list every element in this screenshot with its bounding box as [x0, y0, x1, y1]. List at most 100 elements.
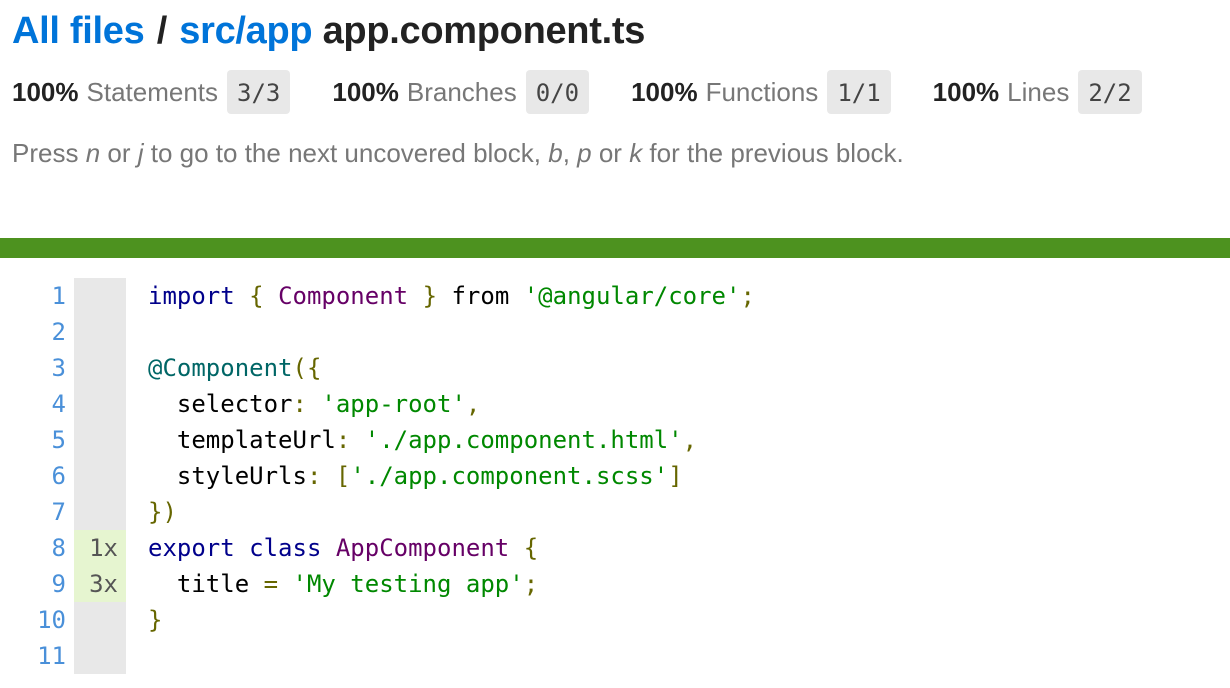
line-number[interactable]: 11	[18, 638, 66, 674]
code-token: import	[148, 282, 235, 310]
hint-key: n	[85, 138, 101, 168]
code-token: :	[292, 390, 322, 418]
code-line-4: selector: 'app-root',	[148, 386, 755, 422]
stat-percent: 100%	[332, 76, 399, 107]
code-token: Component	[278, 282, 409, 310]
stat-label: Functions	[705, 76, 819, 107]
hit-count	[74, 458, 126, 494]
code-line-5: templateUrl: './app.component.html',	[148, 422, 755, 458]
code-token: @Component	[148, 354, 293, 382]
hint-text: Press	[12, 138, 86, 168]
breadcrumb-separator: /	[156, 10, 168, 52]
code-token: ]	[668, 462, 683, 490]
stat-fraction: 0/0	[525, 70, 590, 114]
stat-percent: 100%	[631, 76, 698, 107]
code-token: selector	[148, 390, 293, 418]
coverage-status-bar	[0, 238, 1230, 258]
stat-fraction: 1/1	[827, 70, 891, 114]
line-number[interactable]: 9	[18, 566, 66, 602]
code-token: :	[335, 426, 365, 454]
code-token: title	[148, 570, 264, 598]
hint-text: or	[591, 138, 630, 168]
code-token: })	[148, 498, 177, 526]
line-number[interactable]: 2	[18, 314, 66, 350]
hint-key: b	[548, 138, 563, 168]
code-line-9: title = 'My testing app';	[148, 566, 755, 602]
hint-text: for the previous block.	[642, 138, 904, 168]
line-number[interactable]: 6	[18, 458, 66, 494]
hint-text: or	[100, 138, 138, 168]
breadcrumb-current-file: app.component.ts	[322, 10, 646, 52]
hit-count-column: 1x 3x	[74, 278, 126, 674]
stat-label: Statements	[86, 76, 219, 107]
breadcrumb: All files / src/app app.component.ts	[12, 8, 1230, 54]
code-token: './app.component.scss'	[350, 462, 669, 490]
code-token: class	[249, 534, 322, 562]
hit-count	[74, 602, 126, 638]
code-line-1: import { Component } from '@angular/core…	[148, 278, 755, 314]
line-number[interactable]: 3	[18, 350, 66, 386]
code-token: {	[249, 282, 264, 310]
stat-percent: 100%	[12, 76, 79, 107]
code-token: styleUrls	[148, 462, 307, 490]
code-line-7: })	[148, 494, 755, 530]
code-token: from	[437, 282, 524, 310]
hit-count: 3x	[74, 566, 126, 602]
code-token: './app.component.html'	[364, 426, 683, 454]
hit-count	[74, 638, 126, 674]
hit-count	[74, 386, 126, 422]
line-number[interactable]: 4	[18, 386, 66, 422]
stat-label: Branches	[406, 76, 517, 107]
line-number-column: 1 2 3 4 5 6 7 8 9 10 11	[18, 278, 66, 674]
stat-fraction: 3/3	[227, 70, 291, 114]
code-token: {	[523, 534, 539, 562]
line-number[interactable]: 8	[18, 530, 66, 566]
line-number[interactable]: 10	[18, 602, 66, 638]
stat-label: Lines	[1007, 76, 1070, 107]
code-token: }	[422, 282, 438, 310]
stat-percent: 100%	[932, 76, 1000, 107]
stat-lines: 100% Lines 2/2	[933, 70, 1142, 114]
code-line-10: }	[148, 602, 755, 638]
stat-statements: 100% Statements 3/3	[12, 70, 291, 114]
hit-count	[74, 278, 126, 314]
hit-count	[74, 422, 126, 458]
code-token: 'My testing app'	[292, 570, 524, 598]
code-line-3: @Component({	[148, 350, 755, 386]
stat-branches: 100% Branches 0/0	[332, 70, 590, 114]
code-token: ;	[523, 570, 539, 598]
code-token: ;	[740, 282, 755, 310]
code-token: templateUrl	[148, 426, 336, 454]
code-token: : [	[306, 462, 351, 490]
hint-key: p	[577, 138, 592, 168]
stat-functions: 100% Functions 1/1	[631, 70, 891, 114]
line-number[interactable]: 5	[18, 422, 66, 458]
keyboard-hint: Press n or j to go to the next uncovered…	[12, 138, 1230, 169]
line-number[interactable]: 1	[18, 278, 66, 314]
report-header: All files / src/app app.component.ts 100…	[0, 0, 1230, 169]
code-token: }	[148, 606, 163, 634]
code-token: export	[148, 534, 235, 562]
coverage-summary: 100% Statements 3/3 100% Branches 0/0 10…	[12, 70, 1230, 114]
hit-count	[74, 494, 126, 530]
breadcrumb-all-files-link[interactable]: All files	[12, 10, 145, 52]
hint-text: to go to the next uncovered block,	[143, 138, 549, 168]
code-token: AppComponent	[335, 534, 510, 562]
code-column: import { Component } from '@angular/core…	[148, 278, 755, 674]
hit-count	[74, 314, 126, 350]
source-listing: 1 2 3 4 5 6 7 8 9 10 11 1x 3x import { C…	[0, 278, 1230, 674]
hint-key: k	[629, 138, 643, 168]
breadcrumb-folder-link[interactable]: src/app	[179, 10, 312, 52]
stat-fraction: 2/2	[1078, 70, 1142, 114]
hit-count	[74, 350, 126, 386]
code-line-6: styleUrls: ['./app.component.scss']	[148, 458, 755, 494]
line-number[interactable]: 7	[18, 494, 66, 530]
